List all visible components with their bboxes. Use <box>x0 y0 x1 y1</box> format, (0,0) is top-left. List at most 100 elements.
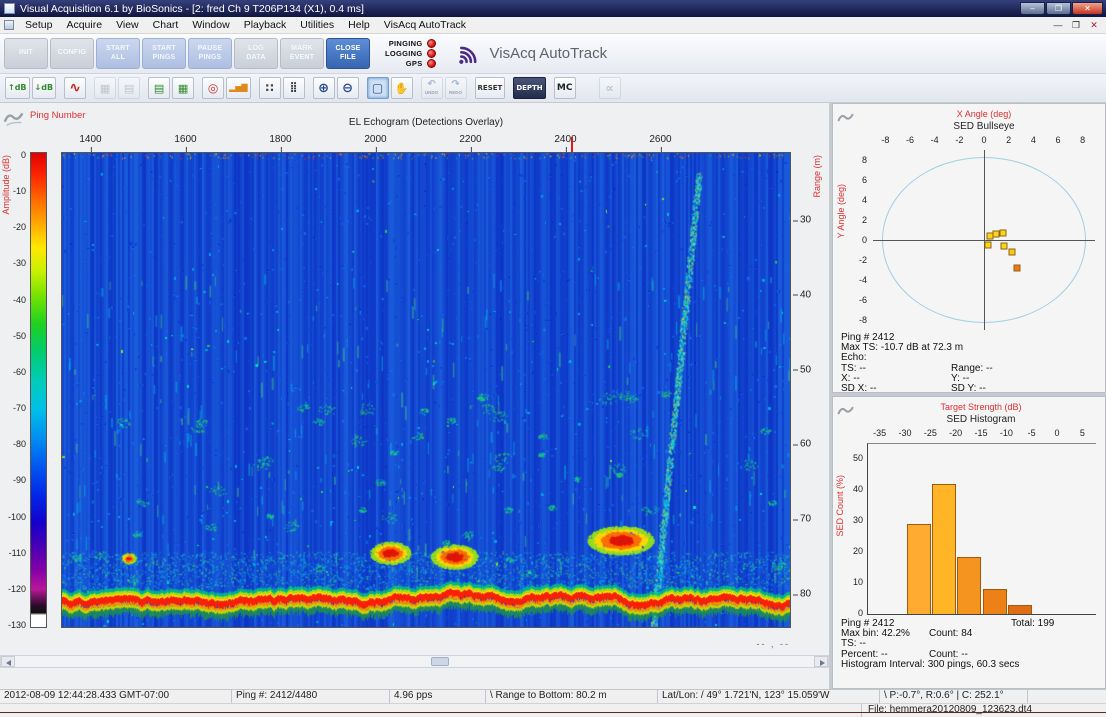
indicator-logging: LOGGING <box>385 49 436 58</box>
echogram-panel: Ping Number EL Echogram (Detections Over… <box>0 103 829 689</box>
bullseye-display-icon[interactable]: ◎ <box>202 77 224 99</box>
histogram-bar <box>983 589 1007 614</box>
tick-label: 5 <box>1080 428 1085 438</box>
amplitude-axis-ticks: 0-10-20-30-40-50-60-70-80-90-100-110-120… <box>0 152 28 628</box>
tvg-curve-icon[interactable]: ∿ <box>64 77 86 99</box>
tick-label: 2400 <box>554 134 576 145</box>
reset-button[interactable]: RESET <box>475 77 506 99</box>
tick-label: 2 <box>1006 135 1011 145</box>
menu-visacq-autotrack[interactable]: VisAcq AutoTrack <box>377 18 473 33</box>
menu-setup[interactable]: Setup <box>18 18 59 33</box>
mdi-close-button[interactable]: ✕ <box>1086 19 1102 32</box>
histogram-plot[interactable] <box>867 443 1096 615</box>
tick-label: 1800 <box>269 134 291 145</box>
target-strength-axis-label: Target Strength (dB) <box>940 402 1021 412</box>
box-select-icon[interactable]: ▢ <box>367 77 389 99</box>
tick-label: -80 <box>13 439 26 449</box>
mark-event-button: MARK EVENT <box>280 38 324 69</box>
tick-label: -8 <box>859 315 867 325</box>
status-pps: 4.96 pps <box>390 690 486 703</box>
sed-sparse-dots-icon[interactable]: ∷ <box>259 77 281 99</box>
bullseye-plot[interactable] <box>873 150 1095 330</box>
maximize-button[interactable]: ❐ <box>1046 2 1071 15</box>
brand-text: VisAcq AutoTrack <box>490 45 608 62</box>
window-title: Visual Acquisition 6.1 by BioSonics - [2… <box>20 3 364 15</box>
tick-label: 2000 <box>364 134 386 145</box>
tvg-curve-icon-glyph: ∿ <box>69 81 81 95</box>
tick-label: 30 <box>853 515 863 525</box>
depth-button[interactable]: DEPTH <box>513 77 545 99</box>
tick-label: 50 <box>853 453 863 463</box>
undo-icon-label: UNDO <box>425 91 438 96</box>
data-table-icon[interactable]: ▤ <box>148 77 170 99</box>
menu-utilities[interactable]: Utilities <box>293 18 341 33</box>
menu-window[interactable]: Window <box>185 18 236 33</box>
histogram-title: SED Histogram <box>947 414 1016 425</box>
init-button: INIT <box>4 38 48 69</box>
undo-icon: ↶UNDO <box>421 77 443 99</box>
tick-label: 2200 <box>459 134 481 145</box>
redo-icon-label: REDO <box>449 91 462 96</box>
config-button: CONFIG <box>50 38 94 69</box>
scroll-left-arrow[interactable] <box>1 656 15 667</box>
fish-tracking-icon: ∝ <box>599 77 621 99</box>
histogram-count: Count: 84 <box>929 629 1017 639</box>
cursor-readout: -- , -- <box>690 639 790 649</box>
mdi-window-controls: — ❐ ✕ <box>1050 19 1102 32</box>
status-indicators: PINGINGLOGGINGGPS <box>385 39 436 68</box>
scrollbar-thumb[interactable] <box>431 657 449 666</box>
tick-label: -50 <box>13 331 26 341</box>
indicator-label-logging: LOGGING <box>385 49 423 58</box>
tick-label: -110 <box>9 548 26 558</box>
sed-target-marker <box>1009 249 1016 256</box>
bullseye-sdx: SD X: -- <box>841 384 951 394</box>
histogram-display-icon[interactable]: ▂▅▇ <box>226 77 250 99</box>
echogram-plot[interactable] <box>61 152 791 628</box>
threshold-down-icon[interactable]: ↓dB <box>32 77 57 99</box>
mdi-minimize-button[interactable]: — <box>1050 19 1066 32</box>
mc-button[interactable]: MC <box>554 77 576 99</box>
histogram-info: Ping # 2412Total: 199 Max bin: 42.2%Coun… <box>841 619 1054 670</box>
menu-acquire[interactable]: Acquire <box>59 18 109 33</box>
close-file-button[interactable]: CLOSE FILE <box>326 38 370 69</box>
biosonics-logo-icon <box>836 401 856 421</box>
menu-help[interactable]: Help <box>341 18 377 33</box>
tick-label: 8 <box>862 155 867 165</box>
indicator-label-gps: GPS <box>406 59 423 68</box>
sed-dense-dots-icon[interactable]: ⣿ <box>283 77 305 99</box>
filebar: File: hemmera20120809_123623.dt4 <box>0 703 1106 717</box>
tick-label: 4 <box>862 195 867 205</box>
zoom-out-icon-glyph: ⊖ <box>342 82 353 95</box>
echogram-scrollbar[interactable] <box>0 655 829 668</box>
bullseye-max-ts: Max TS: -10.7 dB at 72.3 m <box>841 343 1061 353</box>
undo-icon-glyph: ↶ <box>427 80 435 90</box>
data-grid-icon[interactable]: ▦ <box>172 77 194 99</box>
menu-view[interactable]: View <box>109 18 146 33</box>
scroll-right-arrow[interactable] <box>814 656 828 667</box>
gps-led-icon <box>427 59 436 68</box>
bullseye-sdy: SD Y: -- <box>951 384 1061 394</box>
mdi-restore-button[interactable]: ❐ <box>1068 19 1084 32</box>
reset-button-glyph: RESET <box>478 85 503 92</box>
statusbar: 2012-08-09 12:44:28.433 GMT-07:00Ping #:… <box>0 689 1106 703</box>
tick-label: 2 <box>862 215 867 225</box>
pan-hand-icon[interactable]: ✋ <box>391 77 413 99</box>
histogram-total: Total: 199 <box>1011 618 1054 629</box>
menu-playback[interactable]: Playback <box>237 18 294 33</box>
tick-label: -90 <box>13 475 26 485</box>
menu-chart[interactable]: Chart <box>146 18 186 33</box>
close-window-button[interactable]: ✕ <box>1072 2 1103 15</box>
zoom-in-icon[interactable]: ⊕ <box>313 77 335 99</box>
log-data-button: LOG DATA <box>234 38 278 69</box>
histogram-display-icon-glyph: ▂▅▇ <box>229 84 247 92</box>
threshold-up-icon[interactable]: ↑dB <box>5 77 30 99</box>
tick-label: -6 <box>906 135 914 145</box>
bullseye-y-ticks: 86420-2-4-6-8 <box>851 150 869 330</box>
bullseye-x-ticks: -8-6-4-202468 <box>833 135 1105 147</box>
tick-label: -2 <box>955 135 963 145</box>
tick-label: -30 <box>898 428 911 438</box>
echogram-canvas[interactable] <box>62 153 790 627</box>
minimize-button[interactable]: – <box>1020 2 1045 15</box>
zoom-out-icon[interactable]: ⊖ <box>337 77 359 99</box>
tick-label: 2600 <box>649 134 671 145</box>
